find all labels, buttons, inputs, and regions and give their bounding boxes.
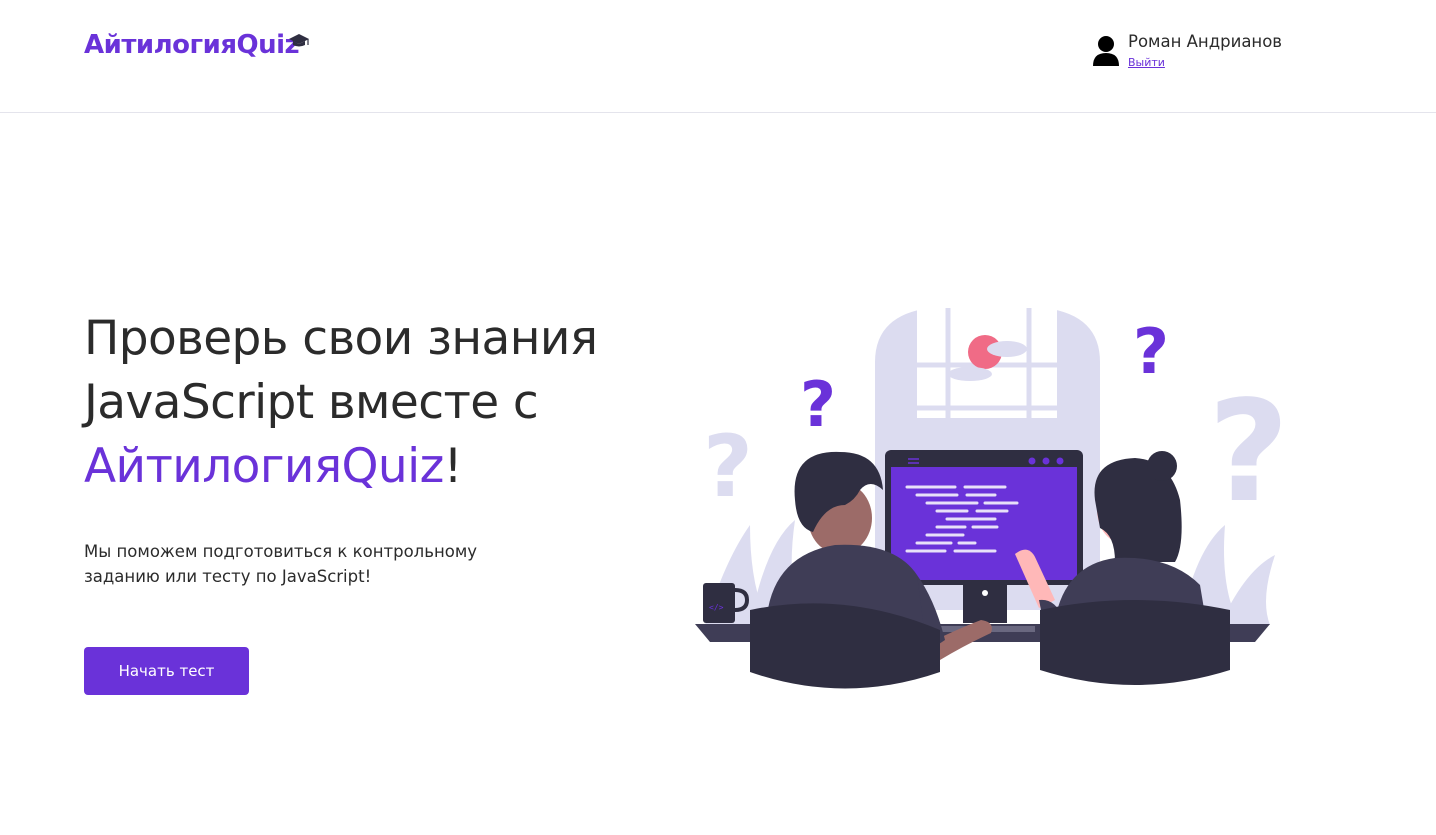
svg-text:?: ?: [703, 417, 753, 517]
svg-text:?: ?: [800, 368, 836, 441]
svg-text:?: ?: [1133, 315, 1169, 388]
hero-description: Мы поможем подготовиться к контрольному …: [84, 542, 478, 586]
svg-text:</>: </>: [709, 603, 724, 612]
logo[interactable]: АйтилогияQuiz: [84, 30, 309, 60]
user-name: Роман Андрианов: [1128, 32, 1283, 51]
hero-title-end: !: [443, 439, 463, 494]
user-block: Роман Андрианов Выйти: [1092, 31, 1322, 75]
site-header: АйтилогияQuiz Роман Андрианов Выйти: [0, 0, 1436, 113]
hero-title-brand: АйтилогияQuiz: [84, 439, 444, 494]
hero-title-line1: Проверь свои знания: [84, 311, 598, 366]
svg-text:?: ?: [1208, 371, 1285, 534]
logout-link[interactable]: Выйти: [1128, 56, 1165, 69]
start-test-button[interactable]: Начать тест: [84, 647, 249, 695]
user-icon: [1093, 36, 1119, 66]
graduation-cap-icon: [289, 34, 309, 47]
developers-illustration: ? ? ? ? </>: [695, 308, 1285, 689]
hero-title-line2: JavaScript вместе с: [84, 375, 539, 430]
logo-text: АйтилогияQuiz: [84, 30, 300, 60]
hero-title: Проверь свои знания JavaScript вместе с …: [84, 307, 704, 499]
